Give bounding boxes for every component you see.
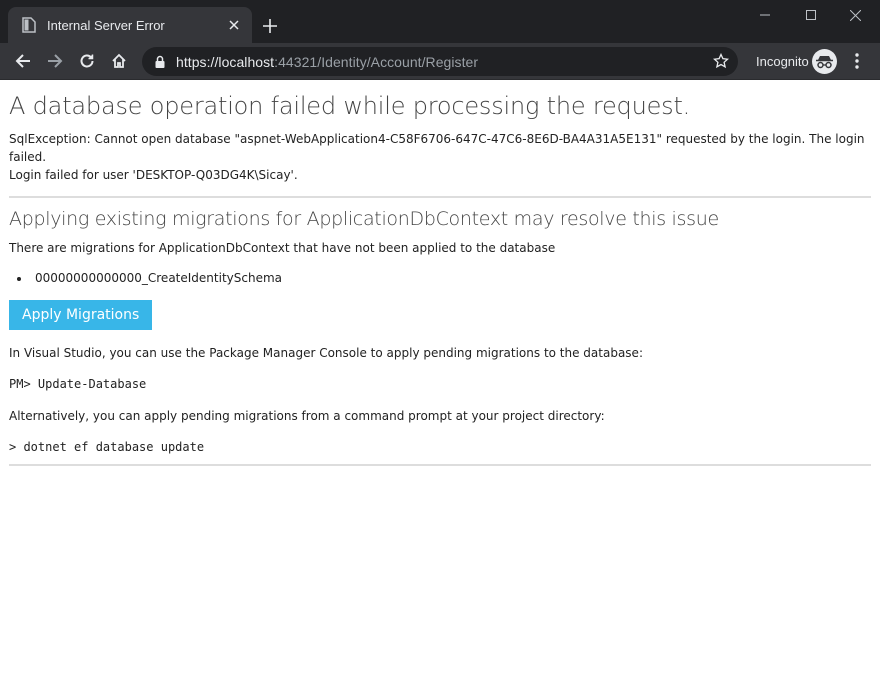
divider [9, 464, 871, 466]
incognito-label: Incognito [756, 54, 809, 69]
error-message: SqlException: Cannot open database "aspn… [9, 130, 871, 184]
page-icon [21, 17, 37, 33]
minimize-icon[interactable] [742, 0, 788, 30]
browser-tab[interactable]: Internal Server Error [8, 7, 252, 43]
reload-icon[interactable] [72, 46, 102, 76]
migration-item: 00000000000000_CreateIdentitySchema [31, 270, 871, 286]
incognito-icon[interactable] [812, 49, 837, 74]
url-host: https://localhost [176, 53, 275, 70]
page-title: A database operation failed while proces… [9, 92, 691, 120]
url-path: :44321/Identity/Account/Register [274, 53, 479, 70]
error-message-line1: SqlException: Cannot open database "aspn… [9, 132, 865, 164]
back-arrow-icon[interactable] [8, 46, 38, 76]
cli-instructions: Alternatively, you can apply pending mig… [9, 409, 605, 423]
lock-icon[interactable] [153, 55, 167, 69]
divider [9, 196, 871, 198]
browser-titlebar: Internal Server Error [0, 0, 880, 43]
pm-command: PM> Update-Database [9, 377, 147, 391]
url-text[interactable]: https://localhost:44321/Identity/Account… [176, 54, 478, 70]
visual-studio-instructions: In Visual Studio, you can use the Packag… [9, 346, 643, 360]
new-tab-icon[interactable] [258, 14, 282, 38]
cli-command: > dotnet ef database update [9, 440, 205, 454]
error-message-line2: Login failed for user 'DESKTOP-Q03DG4K\S… [9, 168, 298, 182]
maximize-icon[interactable] [788, 0, 834, 30]
tab-title: Internal Server Error [47, 17, 165, 33]
pending-migrations-text: There are migrations for ApplicationDbCo… [9, 241, 556, 255]
forward-arrow-icon[interactable] [40, 46, 70, 76]
page-content: A database operation failed while proces… [0, 80, 880, 678]
browser-toolbar: https://localhost:44321/Identity/Account… [0, 43, 880, 80]
migrations-list: 00000000000000_CreateIdentitySchema [31, 270, 871, 286]
close-window-icon[interactable] [832, 0, 878, 30]
migrations-heading: Applying existing migrations for Applica… [9, 208, 719, 230]
home-icon[interactable] [104, 46, 134, 76]
more-menu-icon[interactable] [847, 48, 867, 74]
address-bar[interactable]: https://localhost:44321/Identity/Account… [142, 47, 738, 76]
apply-migrations-button[interactable]: Apply Migrations [9, 300, 153, 330]
bookmark-star-icon[interactable] [712, 52, 730, 70]
close-tab-icon[interactable] [222, 13, 246, 37]
